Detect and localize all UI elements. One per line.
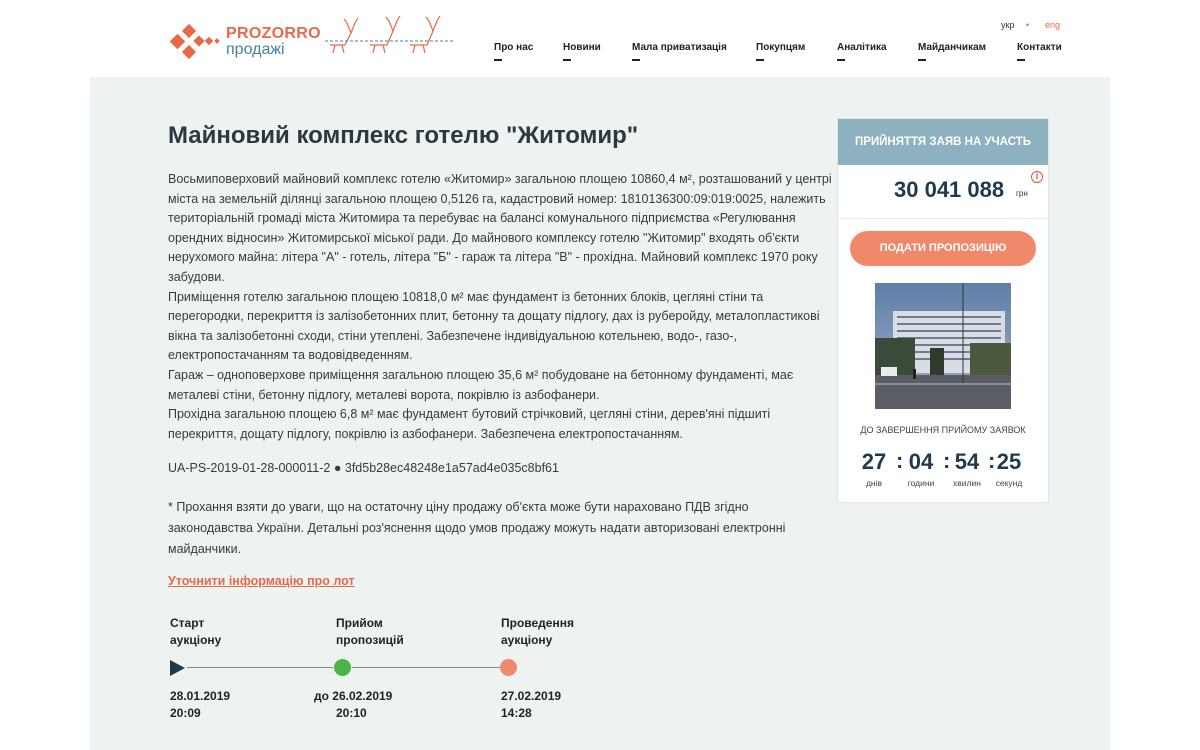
description-paragraph: Прохідна загальною площею 6,8 м² має фун… (168, 407, 771, 441)
timeline-step-date: до 26.02.2019 20:10 (314, 689, 393, 720)
lang-ukr-link[interactable]: укр (1001, 20, 1014, 30)
description-paragraph: Приміщення готелю загальною площею 10818… (168, 289, 820, 363)
description-paragraph: Гараж – одноповерхове приміщення загальн… (168, 367, 794, 402)
clarify-lot-info-link[interactable]: Уточнити інформацію про лот (168, 574, 355, 588)
lang-separator: • (1026, 20, 1030, 30)
timeline-connector (352, 667, 500, 668)
auction-sidebar: ПРИЙНЯТТЯ ЗАЯВ НА УЧАСТЬ 30 041 088 грн … (837, 118, 1049, 503)
timeline-step-label: Старт аукціону (170, 616, 222, 647)
reindeer-decoration-icon (325, 15, 455, 54)
lot-identifier: UA-PS-2019-01-28-000011-2 ● 3fd5b28ec482… (168, 461, 559, 475)
auction-status-header: ПРИЙНЯТТЯ ЗАЯВ НА УЧАСТЬ (838, 119, 1048, 165)
countdown-caption: ДО ЗАВЕРШЕННЯ ПРИЙОМУ ЗАЯВОК (860, 425, 1026, 435)
lot-description: Восьмиповерховий майновий комплекс готел… (168, 170, 833, 444)
submit-proposal-button[interactable]: ПОДАТИ ПРОПОЗИЦІЮ (850, 231, 1036, 266)
nav-news[interactable]: Новини (563, 42, 601, 61)
countdown-seconds-label: секунд (995, 478, 1023, 488)
lot-main-panel: Майновий комплекс готелю "Житомир" Восьм… (90, 77, 1110, 750)
nav-platforms[interactable]: Майданчикам (918, 42, 986, 61)
timeline-step-label: Проведення аукціону (501, 616, 574, 647)
timeline-step-date: 28.01.2019 20:09 (170, 689, 231, 720)
countdown-minutes: 54 (954, 449, 980, 474)
timeline-step-label: Прийом пропозицій (336, 616, 404, 647)
vat-note: * Прохання взяти до уваги, що на остаточ… (168, 500, 786, 556)
countdown-hours-label: години (907, 478, 935, 488)
logo-diamonds-icon (169, 23, 220, 60)
lang-eng-link[interactable]: eng (1045, 20, 1060, 30)
site-header: PROZORRO продажі укр • eng Про нас Новин… (0, 0, 1200, 77)
nav-small-privatization[interactable]: Мала приватизація (632, 42, 727, 61)
price-currency: грн (1016, 189, 1028, 198)
nav-analytics[interactable]: Аналітика (837, 42, 887, 61)
hotel-photo (875, 283, 1011, 409)
timeline-dot-green (334, 659, 351, 676)
countdown-seconds: 25 (996, 449, 1022, 474)
countdown-days-label: днів (865, 478, 883, 488)
info-icon[interactable]: i (1031, 171, 1043, 183)
starting-price: 30 041 088 (894, 177, 1005, 202)
sidebar-divider (838, 218, 1048, 219)
lot-title: Майновий комплекс готелю "Житомир" (168, 122, 639, 149)
nav-buyers[interactable]: Покупцям (756, 42, 805, 61)
timeline-connector (187, 667, 333, 668)
prozorro-logo[interactable]: PROZORRO продажі (168, 22, 328, 62)
logo-text-prodazhi: продажі (226, 41, 285, 58)
nav-contacts[interactable]: Контакти (1017, 42, 1062, 61)
nav-about[interactable]: Про нас (494, 42, 533, 61)
play-start-icon (170, 660, 185, 676)
timeline-step-date: 27.02.2019 14:28 (501, 689, 562, 720)
countdown-days: 27 (861, 449, 887, 474)
description-paragraph: Восьмиповерховий майновий комплекс готел… (168, 172, 832, 284)
timeline-dot-orange (500, 659, 517, 676)
countdown-hours: 04 (908, 449, 934, 474)
